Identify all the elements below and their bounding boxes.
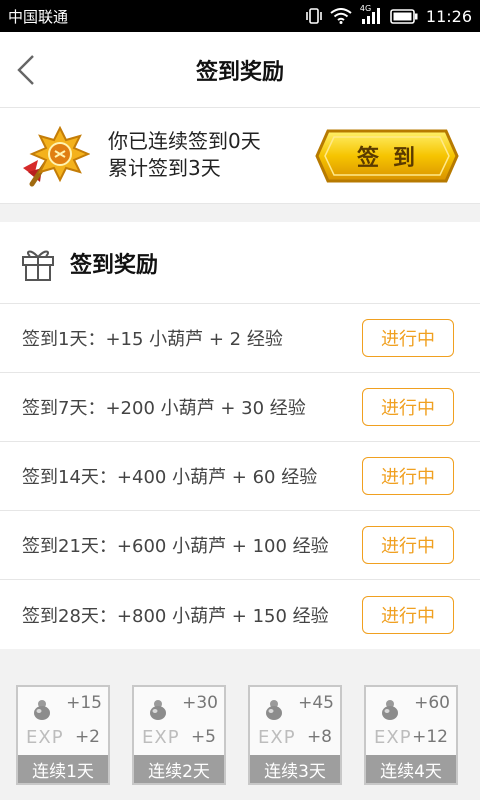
gift-icon <box>22 250 54 281</box>
gourd-reward: +45 <box>298 693 334 713</box>
reward-status-button[interactable]: 进行中 <box>362 526 454 564</box>
back-button[interactable] <box>12 52 40 88</box>
checkin-card: 你已连续签到0天 累计签到3天 签到 <box>0 108 480 204</box>
sign-in-button[interactable]: 签到 <box>314 128 460 184</box>
exp-label: EXP <box>258 727 296 748</box>
gourd-reward: +60 <box>414 693 450 713</box>
streak-card-day2[interactable]: +30 EXP +5 连续2天 <box>132 685 226 785</box>
consecutive-days-text: 你已连续签到0天 <box>108 129 261 153</box>
gourd-reward: +30 <box>182 693 218 713</box>
reward-status-button[interactable]: 进行中 <box>362 595 454 634</box>
network-type: 4G <box>359 4 372 13</box>
rewards-section: 签到奖励 签到1天：+15 小葫芦 + 2 经验 进行中 签到7天：+200 小… <box>0 222 480 649</box>
gourd-pouch-icon <box>34 700 50 720</box>
reward-row: 签到7天：+200 小葫芦 + 30 经验 进行中 <box>0 373 480 442</box>
exp-label: EXP <box>142 727 180 748</box>
reward-status-button[interactable]: 进行中 <box>362 457 454 495</box>
reward-row: 签到21天：+600 小葫芦 + 100 经验 进行中 <box>0 511 480 580</box>
streak-card-label: 连续3天 <box>250 755 340 783</box>
reward-status-button[interactable]: 进行中 <box>362 319 454 357</box>
exp-reward: +8 <box>306 727 332 747</box>
reward-row: 签到14天：+400 小葫芦 + 60 经验 进行中 <box>0 442 480 511</box>
reward-text: 签到14天：+400 小葫芦 + 60 经验 <box>22 467 318 488</box>
streak-card-day3[interactable]: +45 EXP +8 连续3天 <box>248 685 342 785</box>
signal-icon: 4G <box>360 4 382 24</box>
battery-icon <box>390 8 418 24</box>
gourd-pouch-icon <box>266 700 282 720</box>
gourd-pouch-icon <box>150 700 166 720</box>
status-icons: 4G 11:26 <box>306 4 472 26</box>
gourd-pouch-icon <box>382 700 398 720</box>
vibrate-icon <box>306 7 322 25</box>
status-bar: 中国联通 4G 11:26 <box>0 0 480 32</box>
exp-reward: +12 <box>412 727 448 747</box>
reward-text: 签到28天：+800 小葫芦 + 150 经验 <box>22 605 329 627</box>
reward-status-button[interactable]: 进行中 <box>362 388 454 426</box>
exp-label: EXP <box>26 727 64 748</box>
rewards-title: 签到奖励 <box>70 252 159 278</box>
wifi-icon <box>330 8 352 24</box>
total-days-text: 累计签到3天 <box>108 156 221 180</box>
reward-text: 签到1天：+15 小葫芦 + 2 经验 <box>22 329 283 350</box>
reward-text: 签到21天：+600 小葫芦 + 100 经验 <box>22 536 329 557</box>
carrier-name: 中国联通 <box>8 7 69 26</box>
streak-card-label: 连续2天 <box>134 755 224 783</box>
rewards-header: 签到奖励 <box>0 222 480 304</box>
checkin-summary: 你已连续签到0天 累计签到3天 <box>108 128 261 182</box>
sign-button-label: 签到 <box>356 146 429 171</box>
streak-card-day1[interactable]: +15 EXP +2 连续1天 <box>16 685 110 785</box>
streak-card-label: 连续4天 <box>366 755 456 783</box>
reward-row: 签到1天：+15 小葫芦 + 2 经验 进行中 <box>0 304 480 373</box>
exp-reward: +2 <box>74 727 100 747</box>
exp-reward: +5 <box>190 727 216 747</box>
chevron-left-icon <box>17 55 34 85</box>
streak-cards: +15 EXP +2 连续1天 +30 EXP +5 连续2天 +45 EXP … <box>0 665 480 800</box>
reward-row: 签到28天：+800 小葫芦 + 150 经验 进行中 <box>0 580 480 649</box>
exp-label: EXP <box>374 727 412 748</box>
clock: 11:26 <box>425 6 472 26</box>
medal-icon <box>23 126 90 187</box>
app-header: 签到奖励 <box>0 32 480 108</box>
streak-card-label: 连续1天 <box>18 755 108 783</box>
page-title: 签到奖励 <box>195 59 284 85</box>
streak-card-day4[interactable]: +60 EXP +12 连续4天 <box>364 685 458 785</box>
gourd-reward: +15 <box>66 693 102 713</box>
reward-text: 签到7天：+200 小葫芦 + 30 经验 <box>22 398 306 419</box>
